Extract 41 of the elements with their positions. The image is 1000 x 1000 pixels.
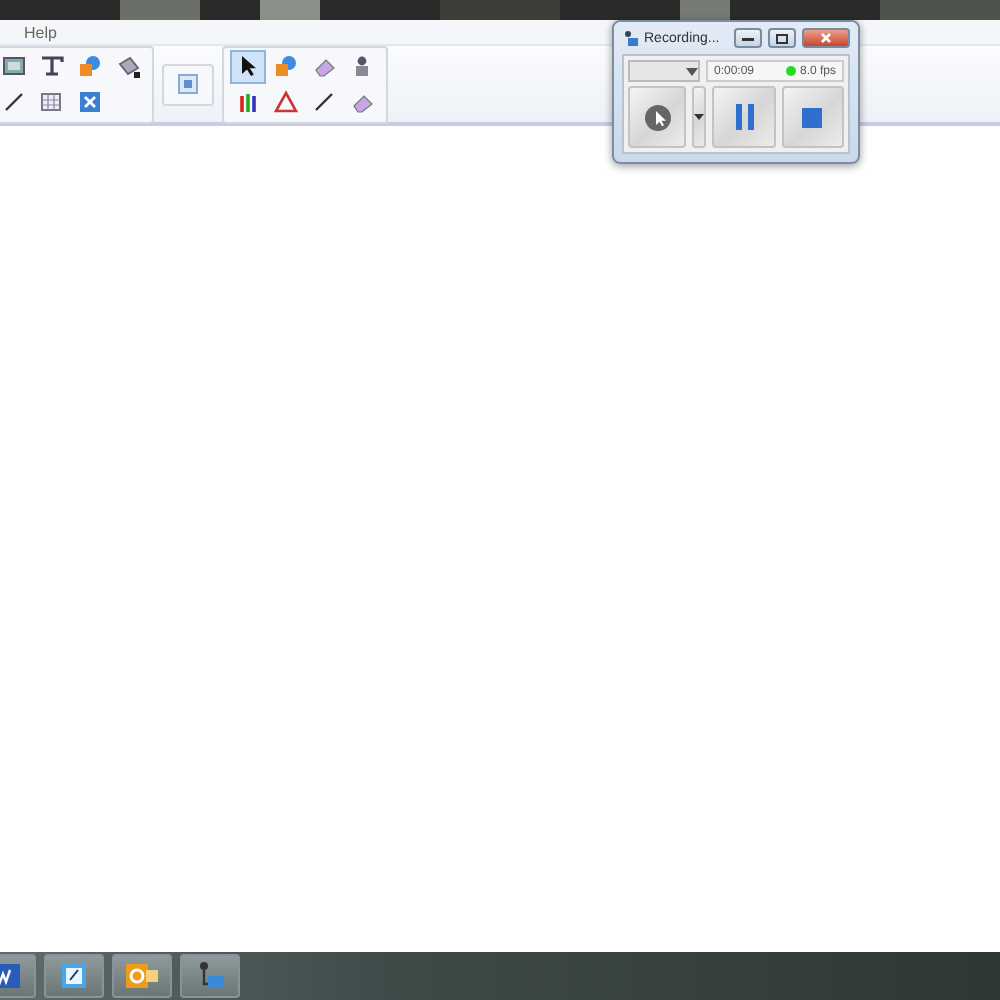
tool-button[interactable]: [230, 49, 266, 83]
mail-app-icon: [126, 962, 158, 990]
pointer-icon: [236, 54, 260, 78]
caret-icon: [694, 114, 705, 120]
line-icon: [312, 90, 336, 114]
eraser-icon: [312, 54, 336, 78]
maximize-icon: [776, 33, 788, 43]
line-icon: [2, 90, 26, 114]
eraser-icon: [350, 90, 374, 114]
screen-recorder-icon: [194, 960, 226, 992]
delete-icon: [78, 90, 102, 114]
minimize-icon: [742, 34, 754, 42]
close-button[interactable]: [802, 28, 850, 48]
triangle-icon: [274, 90, 298, 114]
maximize-button[interactable]: [768, 28, 796, 48]
document-app-icon: [0, 962, 20, 990]
record-button[interactable]: [628, 86, 687, 148]
caret-icon: [686, 67, 698, 75]
dropdown[interactable]: [628, 60, 700, 82]
menu-item[interactable]: Help: [24, 23, 57, 41]
table-icon: [40, 90, 64, 114]
notepad-icon: [60, 962, 88, 990]
stop-button[interactable]: [781, 86, 844, 148]
stamp-icon: [350, 54, 374, 78]
frame-icon: [176, 72, 200, 96]
pause-icon: [735, 104, 754, 130]
taskbar-button[interactable]: [180, 954, 240, 998]
pause-button[interactable]: [712, 86, 776, 148]
taskbar-button[interactable]: [112, 954, 172, 998]
dropdown-button[interactable]: [692, 86, 707, 148]
text-tool-icon: [40, 54, 64, 78]
pens-icon: [236, 90, 260, 114]
shapes-icon: [78, 54, 102, 78]
app-icon: [622, 30, 638, 46]
stop-icon: [802, 107, 823, 127]
minimize-button[interactable]: [734, 28, 762, 48]
shapes-icon: [274, 54, 298, 78]
taskbar-button[interactable]: [44, 954, 104, 998]
cursor-icon: [643, 103, 672, 131]
close-icon: [820, 32, 832, 44]
bucket-icon: [116, 54, 140, 78]
